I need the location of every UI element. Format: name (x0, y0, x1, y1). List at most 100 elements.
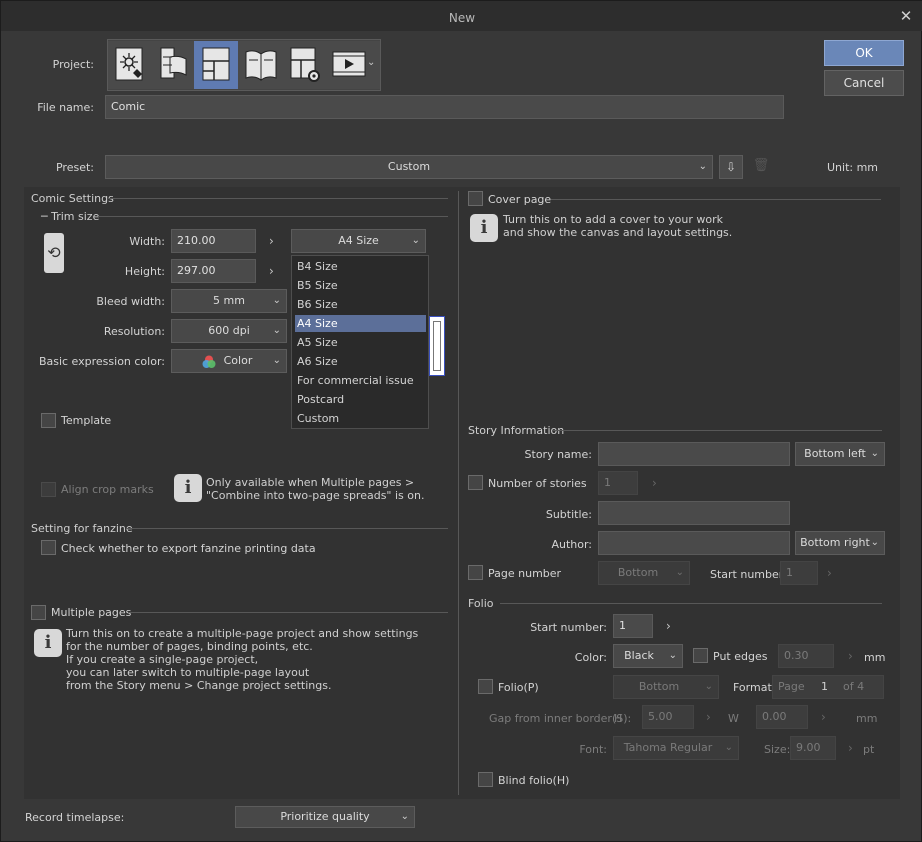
color-mode-icon (202, 355, 216, 369)
fanzine-checkbox[interactable] (41, 540, 56, 555)
font-size-unit: pt (863, 743, 875, 756)
folio-p-label: Folio(P) (498, 681, 539, 694)
width-stepper-icon[interactable]: › (269, 234, 274, 248)
format-page: Page (778, 680, 805, 693)
save-preset-icon[interactable]: ⇩ (719, 155, 743, 179)
file-name-input[interactable]: Comic (105, 95, 784, 119)
folio-start-input[interactable]: 1 (613, 614, 653, 638)
preset-select[interactable]: Custom ⌄ (105, 155, 713, 179)
close-icon[interactable]: ✕ (899, 9, 913, 24)
page-start-number-input: 1 (780, 561, 818, 585)
project-type-book[interactable] (238, 41, 282, 89)
size-option[interactable]: A6 Size (295, 353, 426, 370)
story-name-position-select[interactable]: Bottom left ⌄ (795, 442, 885, 466)
bleed-select[interactable]: 5 mm ⌄ (171, 289, 287, 313)
template-checkbox[interactable] (41, 413, 56, 428)
page-settings-icon (290, 47, 320, 82)
trim-size-label: Trim size (51, 210, 100, 223)
font-select: Tahoma Regular ⌄ (613, 736, 739, 760)
timelapse-label: Record timelapse: (25, 811, 125, 824)
story-name-input[interactable] (598, 442, 790, 466)
size-option[interactable]: Custom (295, 410, 426, 427)
size-option[interactable]: B4 Size (295, 258, 426, 275)
blind-folio-label: Blind folio(H) (498, 774, 570, 787)
resolution-value: 600 dpi (208, 324, 250, 337)
number-of-stories-input: 1 (598, 471, 638, 495)
project-type-webtoon[interactable] (152, 41, 196, 89)
height-stepper-icon[interactable]: › (269, 264, 274, 278)
chevron-down-icon: ⌄ (272, 295, 281, 306)
chevron-down-icon: ⌄ (698, 161, 707, 172)
number-of-stories-checkbox[interactable] (468, 475, 483, 490)
folio-p-checkbox[interactable] (478, 679, 493, 694)
multiple-pages-checkbox[interactable] (31, 605, 46, 620)
gap-w-input: 0.00 (756, 705, 808, 729)
author-position-select[interactable]: Bottom right ⌄ (795, 531, 885, 555)
folio-color-select[interactable]: Black ⌄ (613, 644, 683, 668)
align-crop-info: Only available when Multiple pages > "Co… (206, 476, 425, 502)
gap-w-label: W (728, 712, 739, 725)
cover-page-checkbox[interactable] (468, 191, 483, 206)
fanzine-label: Check whether to export fanzine printing… (61, 542, 316, 555)
gap-w-stepper-icon: › (821, 710, 826, 724)
divider (551, 199, 881, 200)
height-input[interactable]: 297.00 (171, 259, 256, 283)
ok-button[interactable]: OK (824, 40, 904, 66)
file-name-label: File name: (37, 101, 94, 114)
number-of-stories-label: Number of stories (488, 477, 587, 490)
comic-icon (202, 47, 230, 81)
color-select[interactable]: Color ⌄ (171, 349, 287, 373)
size-option[interactable]: For commercial issue (295, 372, 426, 389)
font-size-stepper-icon: › (848, 741, 853, 755)
put-edges-checkbox[interactable] (693, 648, 708, 663)
fanzine-title: Setting for fanzine (31, 522, 133, 535)
bleed-value: 5 mm (213, 294, 245, 307)
author-input[interactable] (598, 531, 790, 555)
gap-h-input: 5.00 (642, 705, 694, 729)
size-option[interactable]: B5 Size (295, 277, 426, 294)
chevron-down-icon: ⌄ (272, 325, 281, 336)
size-option[interactable]: A5 Size (295, 334, 426, 351)
cancel-button[interactable]: Cancel (824, 70, 904, 96)
timelapse-select[interactable]: Prioritize quality ⌄ (235, 806, 415, 828)
size-dropdown-menu: B4 Size B5 Size B6 Size A4 Size A5 Size … (291, 255, 429, 429)
chevron-down-icon: ⌄ (704, 681, 713, 692)
project-type-animation[interactable]: ⌄ (326, 41, 380, 89)
folio-start-stepper-icon[interactable]: › (666, 619, 671, 633)
divider (108, 198, 448, 199)
size-option-selected[interactable]: A4 Size (295, 315, 426, 332)
project-type-illustration[interactable] (108, 41, 152, 89)
panel-divider (458, 191, 459, 795)
author-label: Author: (551, 538, 592, 551)
preset-label: Preset: (55, 161, 94, 174)
blind-folio-checkbox[interactable] (478, 772, 493, 787)
folio-color-label: Color: (574, 651, 607, 664)
info-icon: i (34, 629, 62, 657)
color-label: Basic expression color: (38, 355, 165, 368)
put-edges-input: 0.30 (778, 644, 834, 668)
chevron-down-icon: ⌄ (272, 355, 281, 366)
resolution-label: Resolution: (103, 325, 165, 338)
rotate-orientation-icon[interactable]: ⟲ (44, 233, 64, 273)
size-option[interactable]: B6 Size (295, 296, 426, 313)
title-bar: New ✕ (1, 1, 922, 31)
project-type-comic[interactable] (194, 41, 238, 89)
resolution-select[interactable]: 600 dpi ⌄ (171, 319, 287, 343)
size-select[interactable]: A4 Size ⌄ (291, 229, 426, 253)
subtitle-input[interactable] (598, 501, 790, 525)
folio-color-value: Black (624, 649, 654, 662)
info-icon: i (174, 474, 202, 502)
page-preview-frame (433, 321, 441, 371)
project-type-page-settings[interactable] (282, 41, 326, 89)
edges-stepper-icon: › (848, 649, 853, 663)
folio-position: Bottom (638, 680, 680, 693)
chevron-down-icon: ⌄ (870, 537, 879, 548)
chevron-down-icon: ⌄ (668, 650, 677, 661)
page-number-checkbox[interactable] (468, 565, 483, 580)
divider (128, 612, 448, 613)
size-option[interactable]: Postcard (295, 391, 426, 408)
chevron-down-icon: ⌄ (724, 742, 733, 753)
width-input[interactable]: 210.00 (171, 229, 256, 253)
align-crop-label: Align crop marks (61, 483, 154, 496)
page-number-label: Page number (488, 567, 562, 580)
